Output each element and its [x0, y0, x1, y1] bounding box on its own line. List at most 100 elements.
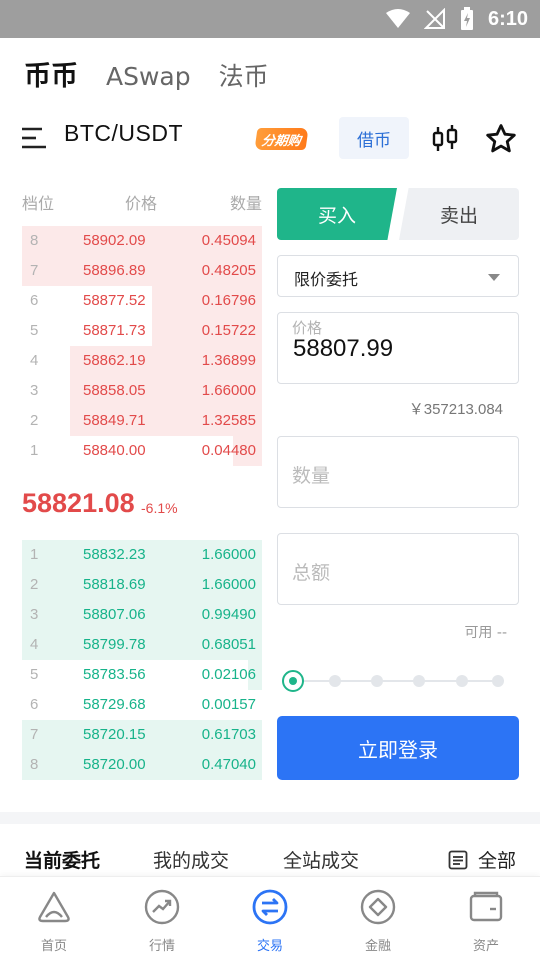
nav-finance-label: 金融: [364, 939, 391, 954]
ask-price: 58849.71: [83, 412, 146, 429]
bid-row[interactable]: 4 58799.78 0.68051: [22, 630, 262, 660]
bid-price: 58832.23: [83, 546, 146, 563]
total-input[interactable]: 总额: [277, 533, 519, 605]
bid-qty: 0.00157: [201, 696, 256, 713]
nav-home[interactable]: 首页: [0, 887, 108, 954]
nav-home-label: 首页: [40, 939, 67, 954]
tab-fiat[interactable]: 法币: [219, 57, 269, 93]
pair-name[interactable]: BTC/USDT: [64, 120, 183, 147]
ask-qty: 1.32585: [201, 412, 256, 429]
slider-stop-40[interactable]: [371, 675, 383, 687]
bid-level: 8: [30, 756, 39, 773]
tab-current-orders[interactable]: 当前委托: [24, 846, 100, 873]
nav-finance[interactable]: 金融: [324, 887, 432, 954]
bid-row[interactable]: 8 58720.00 0.47040: [22, 750, 262, 780]
list-icon: [448, 850, 468, 869]
bid-price: 58807.06: [83, 606, 146, 623]
ask-qty: 0.15722: [201, 322, 256, 339]
trade-exchange-icon: [252, 889, 288, 925]
ask-row[interactable]: 4 58862.19 1.36899: [22, 346, 262, 376]
sell-tab[interactable]: 卖出: [399, 188, 519, 240]
ask-row[interactable]: 2 58849.71 1.32585: [22, 406, 262, 436]
available-balance: 可用 --: [464, 625, 507, 641]
ask-row[interactable]: 7 58896.89 0.48205: [22, 256, 262, 286]
bid-qty: 0.02106: [201, 666, 256, 683]
header-price: 价格: [125, 194, 158, 213]
bid-row[interactable]: 7 58720.15 0.61703: [22, 720, 262, 750]
tab-spot[interactable]: 币币: [24, 54, 78, 93]
borrow-button[interactable]: 借币: [339, 117, 409, 159]
finance-diamond-icon: [360, 889, 396, 925]
wallet-icon: [469, 891, 503, 922]
candlestick-chart-icon[interactable]: [431, 124, 459, 154]
slider-stop-100[interactable]: [492, 675, 504, 687]
bid-qty: 0.99490: [201, 606, 256, 623]
order-type-select[interactable]: 限价委托: [277, 255, 519, 297]
all-orders-button[interactable]: 全部: [448, 846, 516, 873]
menu-icon[interactable]: [22, 126, 46, 150]
tab-all-trades[interactable]: 全站成交: [283, 846, 359, 873]
ask-price: 58902.09: [83, 232, 146, 249]
bid-price: 58783.56: [83, 666, 146, 683]
bid-row[interactable]: 3 58807.06 0.99490: [22, 600, 262, 630]
quantity-placeholder: 数量: [292, 465, 331, 487]
slider-stop-80[interactable]: [456, 675, 468, 687]
nav-market-label: 行情: [148, 939, 175, 954]
bid-row[interactable]: 5 58783.56 0.02106: [22, 660, 262, 690]
ask-row[interactable]: 6 58877.52 0.16796: [22, 286, 262, 316]
ask-level: 7: [30, 262, 39, 279]
bid-level: 5: [30, 666, 39, 683]
bid-price: 58729.68: [83, 696, 146, 713]
ask-qty: 0.16796: [201, 292, 256, 309]
bid-level: 4: [30, 636, 39, 653]
ask-row[interactable]: 5 58871.73 0.15722: [22, 316, 262, 346]
slider-knob[interactable]: [282, 670, 304, 692]
price-input-value: 58807.99: [293, 335, 394, 362]
header-level: 档位: [22, 194, 55, 213]
ask-level: 4: [30, 352, 39, 369]
no-signal-icon: [423, 8, 445, 29]
ask-qty: 0.48205: [201, 262, 256, 279]
ask-level: 6: [30, 292, 39, 309]
bid-qty: 0.68051: [201, 636, 256, 653]
tab-my-trades[interactable]: 我的成交: [153, 846, 229, 873]
ask-price: 58862.19: [83, 352, 146, 369]
nav-assets-label: 资产: [472, 939, 499, 954]
cny-equivalent: ￥357213.084: [408, 401, 503, 418]
buy-tab[interactable]: 买入: [277, 188, 397, 240]
ask-level: 5: [30, 322, 39, 339]
slider-stop-20[interactable]: [329, 675, 341, 687]
installment-badge[interactable]: 分期购: [254, 128, 309, 150]
ask-row[interactable]: 1 58840.00 0.04480: [22, 436, 262, 466]
amount-slider[interactable]: [282, 670, 504, 692]
ask-row[interactable]: 3 58858.05 1.66000: [22, 376, 262, 406]
bid-row[interactable]: 2 58818.69 1.66000: [22, 570, 262, 600]
nav-assets[interactable]: 资产: [432, 887, 540, 954]
header-qty: 数量: [229, 194, 262, 213]
favorite-star-icon[interactable]: [484, 122, 518, 156]
ask-row[interactable]: 8 58902.09 0.45094: [22, 226, 262, 256]
ask-qty: 0.04480: [201, 442, 256, 459]
nav-trade-label: 交易: [256, 939, 283, 954]
bid-price: 58720.15: [83, 726, 146, 743]
bottom-nav: 首页 行情 交易 金融 资产: [0, 876, 540, 960]
price-input[interactable]: 价格 58807.99: [277, 312, 519, 384]
quantity-input[interactable]: 数量: [277, 436, 519, 508]
home-logo-icon: [38, 891, 70, 923]
bid-price: 58799.78: [83, 636, 146, 653]
bid-row[interactable]: 6 58729.68 0.00157: [22, 690, 262, 720]
bid-qty: 0.61703: [201, 726, 256, 743]
slider-stop-60[interactable]: [413, 675, 425, 687]
tab-aswap[interactable]: ASwap: [106, 62, 191, 91]
login-button[interactable]: 立即登录: [277, 716, 519, 780]
dropdown-caret-icon: [488, 274, 500, 281]
nav-trade[interactable]: 交易: [216, 887, 324, 954]
ask-level: 8: [30, 232, 39, 249]
bid-level: 2: [30, 576, 39, 593]
bid-row[interactable]: 1 58832.23 1.66000: [22, 540, 262, 570]
bid-qty: 1.66000: [201, 576, 256, 593]
ask-level: 2: [30, 412, 39, 429]
pair-header: BTC/USDT 分期购 借币: [0, 112, 540, 166]
nav-market[interactable]: 行情: [108, 887, 216, 954]
ask-price: 58858.05: [83, 382, 146, 399]
